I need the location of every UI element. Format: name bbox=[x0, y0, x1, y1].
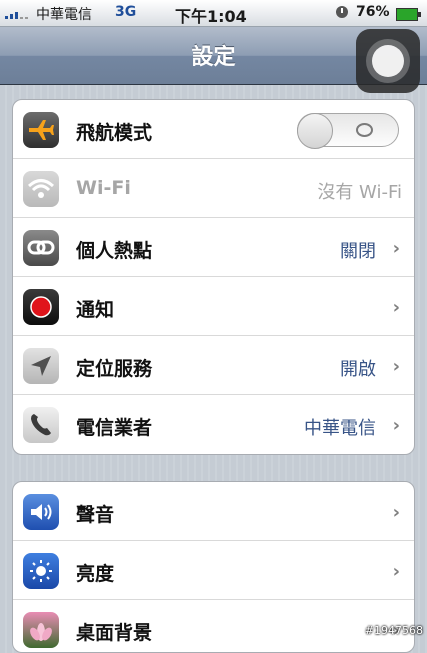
airplane-mode-toggle[interactable] bbox=[297, 113, 399, 149]
chevron-right-icon: › bbox=[392, 415, 400, 436]
notifications-icon bbox=[23, 289, 59, 325]
settings-row-wallpaper[interactable]: 桌面背景 › bbox=[13, 600, 414, 652]
network-type: 3G bbox=[115, 4, 137, 20]
chevron-right-icon: › bbox=[392, 238, 400, 259]
status-bar: 中華電信 3G 下午1:04 76% bbox=[0, 0, 427, 27]
chevron-right-icon: › bbox=[392, 502, 400, 523]
settings-row-label: 個人熱點 bbox=[76, 240, 153, 262]
signal-strength-icon bbox=[5, 9, 31, 19]
wallpaper-flower-icon bbox=[23, 612, 59, 648]
settings-row-brightness[interactable]: 亮度 › bbox=[13, 541, 414, 600]
settings-row-carrier[interactable]: 電信業者 中華電信 › bbox=[13, 395, 414, 453]
assistive-touch-button[interactable] bbox=[356, 29, 420, 93]
settings-row-location-services[interactable]: 定位服務 開啟 › bbox=[13, 336, 414, 395]
hotspot-link-icon bbox=[23, 230, 59, 266]
navigation-bar: 設定 bbox=[0, 27, 427, 93]
wifi-icon bbox=[23, 171, 59, 207]
speaker-icon bbox=[23, 494, 59, 530]
battery-percent: 76% bbox=[356, 4, 390, 20]
settings-row-wifi[interactable]: Wi-Fi 沒有 Wi-Fi bbox=[13, 159, 414, 218]
settings-row-personal-hotspot[interactable]: 個人熱點 關閉 › bbox=[13, 218, 414, 277]
settings-group-connectivity: 飛航模式 Wi-Fi 沒有 Wi-Fi 個人熱點 關閉 › 通知 › 定位服務 … bbox=[12, 99, 415, 455]
settings-row-label: 聲音 bbox=[76, 504, 115, 526]
airplane-icon bbox=[23, 112, 59, 148]
settings-row-label: 亮度 bbox=[76, 563, 115, 585]
settings-row-label: 電信業者 bbox=[76, 417, 153, 439]
settings-row-value: 沒有 Wi-Fi bbox=[317, 182, 402, 203]
settings-row-label: 通知 bbox=[76, 299, 115, 321]
location-arrow-icon bbox=[23, 348, 59, 384]
settings-row-value: 關閉 bbox=[340, 241, 376, 262]
phone-icon bbox=[23, 407, 59, 443]
battery-icon bbox=[396, 8, 421, 21]
settings-row-label: Wi-Fi bbox=[76, 177, 131, 199]
settings-group-display-sound: 聲音 › 亮度 › 桌面背景 › bbox=[12, 481, 415, 653]
settings-row-value: 開啟 bbox=[340, 359, 376, 380]
status-time: 下午1:04 bbox=[175, 7, 247, 26]
settings-row-label: 桌面背景 bbox=[76, 622, 153, 644]
brightness-sun-icon bbox=[23, 553, 59, 589]
chevron-right-icon: › bbox=[392, 561, 400, 582]
settings-row-value: 中華電信 bbox=[304, 418, 376, 439]
chevron-right-icon: › bbox=[392, 356, 400, 377]
settings-row-airplane-mode: 飛航模式 bbox=[13, 100, 414, 159]
carrier-name: 中華電信 bbox=[36, 7, 92, 23]
settings-row-label: 飛航模式 bbox=[76, 122, 153, 144]
watermark-id: #1947568 bbox=[364, 624, 423, 637]
chevron-right-icon: › bbox=[392, 297, 400, 318]
toggle-off-indicator bbox=[356, 123, 373, 137]
settings-row-notifications[interactable]: 通知 › bbox=[13, 277, 414, 336]
toggle-knob bbox=[297, 113, 333, 149]
settings-row-label: 定位服務 bbox=[76, 358, 153, 380]
settings-row-sounds[interactable]: 聲音 › bbox=[13, 482, 414, 541]
orientation-lock-icon bbox=[336, 6, 348, 18]
